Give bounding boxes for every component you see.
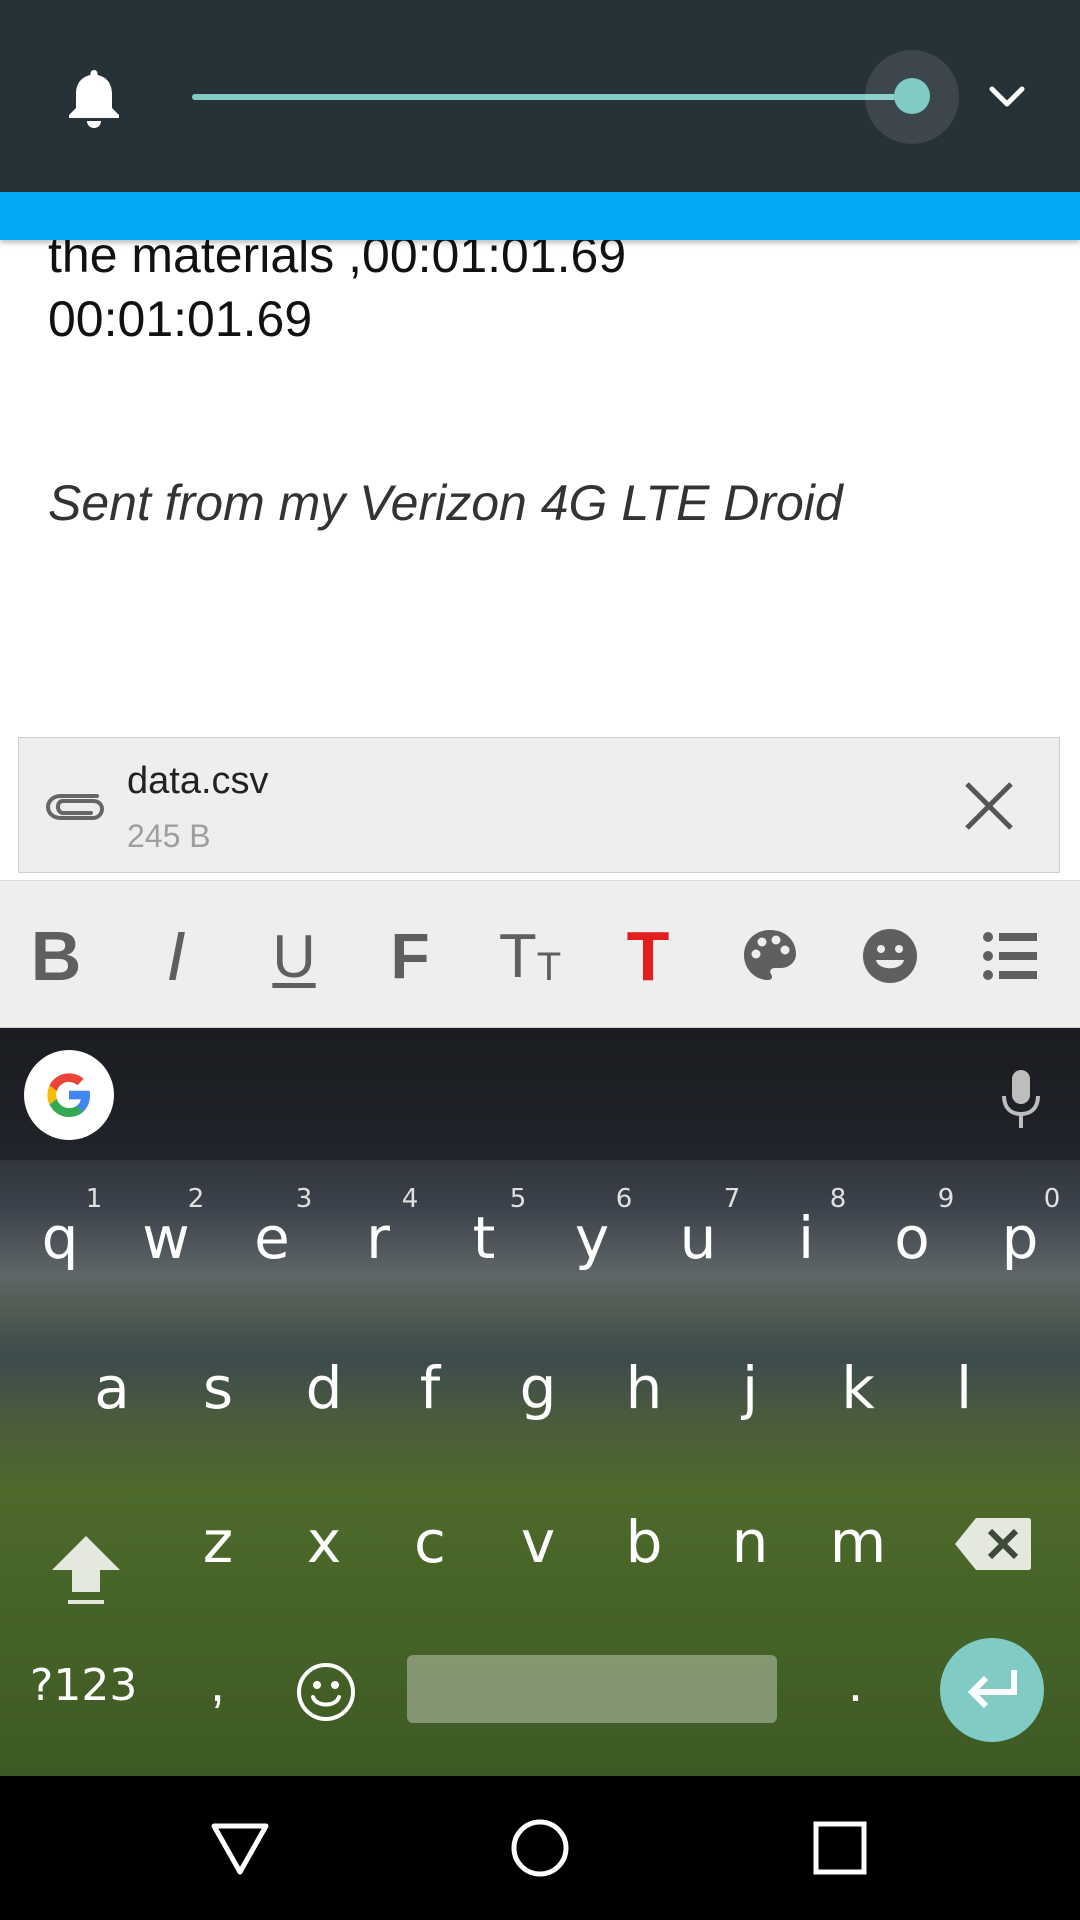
- period-key[interactable]: .: [848, 1652, 863, 1714]
- key-hint-3: 3: [295, 1184, 313, 1214]
- space-bar[interactable]: [407, 1655, 777, 1723]
- key-x[interactable]: x: [279, 1492, 369, 1592]
- keyboard-suggestion-strip: [0, 1028, 1080, 1160]
- key-f[interactable]: f: [385, 1338, 475, 1438]
- font-family-button[interactable]: F: [370, 920, 450, 992]
- formatting-toolbar: B I U F TT T: [0, 880, 1080, 1028]
- key-n[interactable]: n: [705, 1492, 795, 1592]
- body-text-line[interactable]: 00:01:01.69: [48, 290, 312, 348]
- key-l[interactable]: l: [919, 1338, 1009, 1438]
- comma-key[interactable]: ,: [210, 1652, 225, 1714]
- shift-icon[interactable]: [48, 1532, 124, 1608]
- volume-slider-thumb[interactable]: [894, 78, 930, 114]
- key-hint-0: 0: [1043, 1184, 1061, 1214]
- attachment-name: data.csv: [127, 760, 269, 802]
- volume-slider[interactable]: [192, 50, 959, 144]
- close-icon[interactable]: [963, 780, 1015, 832]
- underline-button[interactable]: U: [254, 921, 334, 991]
- home-icon[interactable]: [508, 1816, 572, 1880]
- key-h[interactable]: h: [599, 1338, 689, 1438]
- key-hint-2: 2: [187, 1184, 205, 1214]
- key-hint-5: 5: [509, 1184, 527, 1214]
- key-g[interactable]: g: [493, 1338, 583, 1438]
- app-toolbar: [0, 192, 1080, 240]
- key-c[interactable]: c: [385, 1492, 475, 1592]
- key-a[interactable]: a: [67, 1338, 157, 1438]
- back-icon[interactable]: [208, 1816, 272, 1880]
- text-size-glyph-small: T: [536, 944, 562, 989]
- key-z[interactable]: z: [173, 1492, 263, 1592]
- key-j[interactable]: j: [705, 1338, 795, 1438]
- key-d[interactable]: d: [279, 1338, 369, 1438]
- bold-button[interactable]: B: [16, 917, 96, 995]
- symbols-key[interactable]: ?123: [30, 1660, 137, 1711]
- attachment-size: 245 B: [127, 818, 211, 854]
- recents-icon[interactable]: [808, 1816, 872, 1880]
- google-icon[interactable]: [24, 1050, 114, 1140]
- text-size-glyph-large: T: [498, 921, 537, 991]
- key-hint-7: 7: [723, 1184, 741, 1214]
- microphone-icon[interactable]: [1000, 1068, 1042, 1132]
- key-b[interactable]: b: [599, 1492, 689, 1592]
- underline-glyph: U: [272, 922, 316, 990]
- key-s[interactable]: s: [173, 1338, 263, 1438]
- smiley-icon[interactable]: [850, 921, 930, 991]
- key-k[interactable]: k: [813, 1338, 903, 1438]
- email-signature[interactable]: Sent from my Verizon 4G LTE Droid: [48, 474, 843, 532]
- key-hint-4: 4: [401, 1184, 419, 1214]
- key-m[interactable]: m: [813, 1492, 903, 1592]
- paperclip-icon: [43, 782, 107, 830]
- key-hint-8: 8: [829, 1184, 847, 1214]
- bullet-list-icon[interactable]: [970, 921, 1050, 991]
- volume-panel: [0, 0, 1080, 192]
- navigation-bar: [0, 1776, 1080, 1920]
- palette-icon[interactable]: [730, 921, 810, 991]
- key-v[interactable]: v: [493, 1492, 583, 1592]
- text-color-button[interactable]: T: [608, 917, 688, 995]
- enter-icon[interactable]: [940, 1638, 1044, 1742]
- volume-slider-fill: [192, 94, 912, 100]
- italic-button[interactable]: I: [136, 917, 216, 995]
- attachment-card[interactable]: data.csv 245 B: [18, 737, 1060, 873]
- chevron-down-icon[interactable]: [987, 80, 1027, 116]
- key-hint-6: 6: [615, 1184, 633, 1214]
- backspace-icon[interactable]: [954, 1516, 1032, 1572]
- emoji-icon[interactable]: [296, 1662, 356, 1722]
- text-size-button[interactable]: TT: [490, 921, 570, 991]
- bell-icon[interactable]: [65, 66, 123, 128]
- key-hint-1: 1: [85, 1184, 103, 1214]
- key-hint-9: 9: [937, 1184, 955, 1214]
